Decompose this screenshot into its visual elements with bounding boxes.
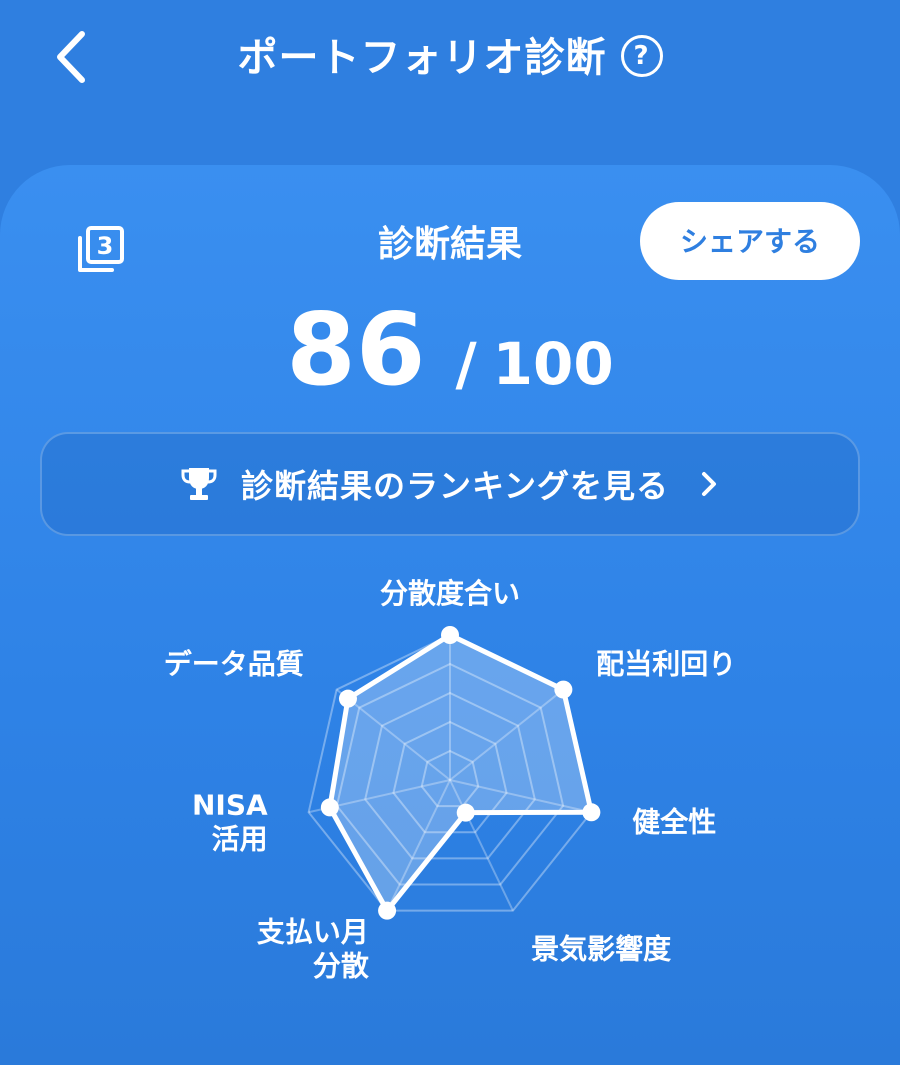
radar-axis-label: データ品質 bbox=[164, 647, 304, 680]
radar-axis-label: 景気影響度 bbox=[531, 932, 671, 965]
radar-axis-label-line: 分散度合い bbox=[380, 577, 520, 610]
ranking-button[interactable]: 診断結果のランキングを見る bbox=[40, 432, 860, 536]
radar-axis-label: 健全性 bbox=[632, 806, 716, 839]
radar-data-point bbox=[554, 680, 573, 699]
radar-data-point bbox=[456, 803, 475, 822]
top-bar: ポートフォリオ診断? bbox=[0, 0, 900, 130]
radar-axis-label-line: 景気影響度 bbox=[531, 932, 671, 965]
chevron-right-icon bbox=[702, 472, 717, 496]
radar-axis-label-line: 支払い月 bbox=[257, 915, 369, 948]
radar-axis-label-line: 健全性 bbox=[632, 806, 716, 839]
radar-data-point bbox=[320, 798, 339, 817]
radar-data-point bbox=[338, 689, 357, 708]
radar-chart: 分散度合い配当利回り健全性景気影響度 支払い月分散 NISA 活用 データ品質 bbox=[164, 577, 736, 982]
ranking-label: 診断結果のランキングを見る bbox=[240, 467, 670, 505]
radar-axis-label-line: NISA bbox=[192, 789, 268, 822]
radar-axis-label: 分散度合い bbox=[380, 577, 520, 610]
radar-axis-label-line: データ品質 bbox=[164, 647, 304, 680]
share-button[interactable]: シェアする bbox=[640, 202, 860, 280]
radar-axis-label-line: 配当利回り bbox=[596, 647, 736, 680]
radar-data-point bbox=[441, 626, 459, 644]
radar-data-area bbox=[327, 632, 594, 914]
radar-axis-label: 支払い月分散 bbox=[257, 915, 369, 982]
radar-axis-label-line: 活用 bbox=[212, 823, 268, 856]
score-max: 100 bbox=[492, 330, 614, 398]
radar-axis-label: 配当利回り bbox=[596, 647, 736, 680]
question-circle-icon[interactable]: ? bbox=[620, 35, 663, 77]
score-display: 86 /100 bbox=[0, 290, 900, 410]
trophy-icon bbox=[181, 468, 217, 500]
score-separator: / bbox=[455, 330, 477, 398]
radar-data-point bbox=[582, 803, 601, 822]
radar-axis-label: NISA 活用 bbox=[192, 789, 268, 856]
page-title: ポートフォリオ診断 bbox=[237, 35, 607, 81]
score-value: 86 bbox=[286, 291, 426, 408]
radar-axis-label-line: 分散 bbox=[313, 949, 369, 982]
radar-data-point bbox=[378, 901, 397, 920]
